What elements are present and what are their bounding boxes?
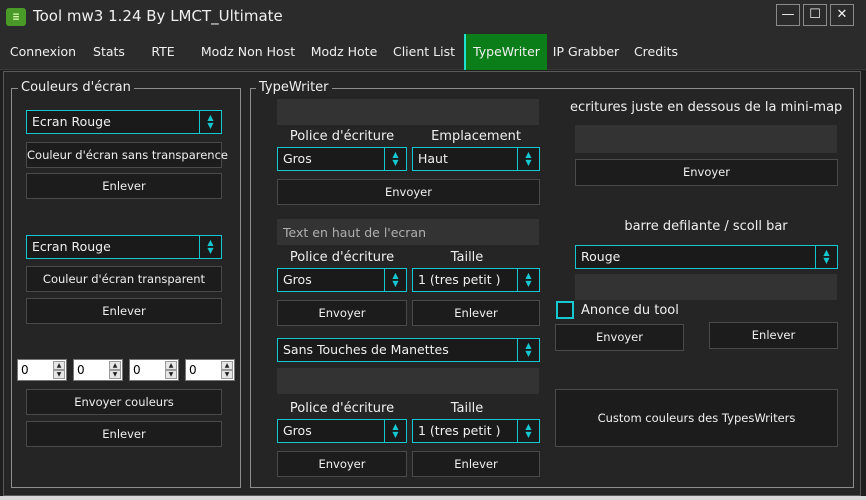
tab-client-list[interactable]: Client List <box>390 34 458 70</box>
remove-button-2[interactable]: Enlever <box>26 298 222 324</box>
remove-button-1[interactable]: Enlever <box>26 173 222 199</box>
tab-rte[interactable]: RTE <box>144 34 182 70</box>
font-combo-3[interactable]: Gros ▲ ▼ <box>277 419 407 443</box>
minimap-send-button[interactable]: Envoyer <box>575 159 838 186</box>
tab-connexion[interactable]: Connexion <box>4 34 82 70</box>
font-label: Police d'écriture <box>289 129 395 144</box>
font-label: Police d'écriture <box>289 250 395 265</box>
updown-arrows-icon: ▲ ▼ <box>384 420 406 442</box>
screen-color-combo-2[interactable]: Ecran Rouge ▲ ▼ <box>26 235 222 259</box>
spin-down-icon[interactable]: ▼ <box>53 370 65 379</box>
size-combo-2[interactable]: 1 (tres petit ) ▲ ▼ <box>412 419 540 443</box>
scroll-bar-color-combo[interactable]: Rouge ▲ ▼ <box>575 245 838 269</box>
tab-typewriter[interactable]: TypeWriter <box>464 34 547 70</box>
position-label: Emplacement <box>431 129 521 144</box>
typewriter-text-field-1[interactable] <box>277 99 539 125</box>
color-spinner-4[interactable]: 0 ▲ ▼ <box>185 359 235 381</box>
size-label: Taille <box>450 401 484 416</box>
color-spinner-1[interactable]: 0 ▲ ▼ <box>17 359 67 381</box>
tab-credits[interactable]: Credits <box>630 34 682 70</box>
spin-down-icon[interactable]: ▼ <box>165 370 177 379</box>
color-spinner-2[interactable]: 0 ▲ ▼ <box>73 359 123 381</box>
combo-value: Rouge <box>581 249 621 264</box>
spin-down-icon[interactable]: ▼ <box>221 370 233 379</box>
updown-arrows-icon: ▲ ▼ <box>384 148 406 170</box>
app-icon: ≡ <box>6 8 26 26</box>
send-button-3[interactable]: Envoyer <box>277 451 407 477</box>
screen-color-combo-1[interactable]: Ecran Rouge ▲ ▼ <box>26 110 222 134</box>
remove-button-3[interactable]: Enlever <box>26 421 222 447</box>
font-combo-1[interactable]: Gros ▲ ▼ <box>277 147 407 171</box>
tab-stats[interactable]: Stats <box>86 34 132 70</box>
combo-value: Gros <box>283 151 312 166</box>
combo-value: Haut <box>418 151 448 166</box>
combo-value: 1 (tres petit ) <box>418 423 501 438</box>
transparent-screen-color-button[interactable]: Couleur d'écran transparent <box>26 266 222 292</box>
send-button-1[interactable]: Envoyer <box>277 179 540 205</box>
updown-arrows-icon: ▲ ▼ <box>815 246 837 268</box>
updown-arrows-icon: ▲ ▼ <box>199 111 221 133</box>
announce-label: Anonce du tool <box>581 303 679 318</box>
bottom-edge <box>0 496 866 500</box>
close-button[interactable]: ✕ <box>830 4 854 26</box>
remove-button-4[interactable]: Enlever <box>412 300 540 326</box>
tab-modz-non-host[interactable]: Modz Non Host <box>194 34 302 70</box>
minimap-text-label: ecritures juste en dessous de la mini-ma… <box>570 100 843 115</box>
combo-value: Gros <box>283 423 312 438</box>
combo-value: Ecran Rouge <box>32 114 111 129</box>
spin-up-icon[interactable]: ▲ <box>165 361 177 370</box>
updown-arrows-icon: ▲ ▼ <box>199 236 221 258</box>
window-title: Tool mw3 1.24 By LMCT_Ultimate <box>33 7 283 25</box>
announce-remove-button[interactable]: Enlever <box>709 322 838 349</box>
updown-arrows-icon: ▲ ▼ <box>517 420 539 442</box>
placeholder-text: Text en haut de l'ecran <box>283 225 427 240</box>
tab-ip-grabber[interactable]: IP Grabber <box>551 34 621 70</box>
screen-colors-legend: Couleurs d'écran <box>18 80 134 96</box>
announce-checkbox[interactable] <box>556 301 574 319</box>
send-button-2[interactable]: Envoyer <box>277 300 407 326</box>
minimize-button[interactable]: — <box>776 4 800 26</box>
updown-arrows-icon: ▲ ▼ <box>517 148 539 170</box>
announce-send-button[interactable]: Envoyer <box>555 324 684 351</box>
scroll-bar-text-field[interactable] <box>575 274 837 300</box>
typewriter-text-field-3[interactable] <box>277 368 539 394</box>
minimap-text-field[interactable] <box>575 125 837 153</box>
opaque-screen-color-button[interactable]: Couleur d'écran sans transparence <box>26 142 228 168</box>
updown-arrows-icon: ▲ ▼ <box>517 339 539 361</box>
size-label: Taille <box>450 250 484 265</box>
top-screen-text-field[interactable]: Text en haut de l'ecran <box>277 219 539 245</box>
controller-buttons-combo[interactable]: Sans Touches de Manettes ▲ ▼ <box>277 338 540 362</box>
spin-up-icon[interactable]: ▲ <box>221 361 233 370</box>
combo-value: Sans Touches de Manettes <box>283 342 449 357</box>
combo-value: 1 (tres petit ) <box>418 272 501 287</box>
position-combo[interactable]: Haut ▲ ▼ <box>412 147 540 171</box>
spin-down-icon[interactable]: ▼ <box>109 370 121 379</box>
updown-arrows-icon: ▲ ▼ <box>384 269 406 291</box>
updown-arrows-icon: ▲ ▼ <box>517 269 539 291</box>
remove-button-5[interactable]: Enlever <box>412 451 540 477</box>
combo-value: Ecran Rouge <box>32 239 111 254</box>
spin-up-icon[interactable]: ▲ <box>53 361 65 370</box>
size-combo-1[interactable]: 1 (tres petit ) ▲ ▼ <box>412 268 540 292</box>
custom-colors-button[interactable]: Custom couleurs des TypesWriters <box>555 389 838 447</box>
color-spinner-3[interactable]: 0 ▲ ▼ <box>129 359 179 381</box>
spin-up-icon[interactable]: ▲ <box>109 361 121 370</box>
font-label: Police d'écriture <box>289 401 395 416</box>
scroll-bar-label: barre defilante / scoll bar <box>624 219 788 234</box>
font-combo-2[interactable]: Gros ▲ ▼ <box>277 268 407 292</box>
maximize-button[interactable]: ☐ <box>803 4 827 26</box>
send-colors-button[interactable]: Envoyer couleurs <box>26 389 222 415</box>
typewriter-legend: TypeWriter <box>256 80 332 96</box>
tab-modz-hote[interactable]: Modz Hote <box>306 34 382 70</box>
combo-value: Gros <box>283 272 312 287</box>
